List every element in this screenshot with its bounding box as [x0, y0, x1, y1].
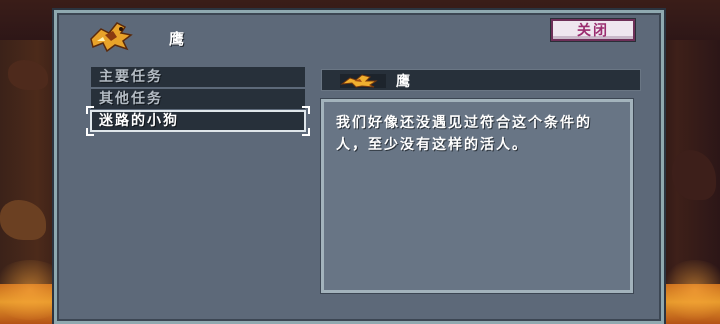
quest-item-other[interactable]: 其他任务 [91, 89, 305, 109]
detail-header: 鹰 [321, 69, 641, 91]
quest-item-label: 迷路的小狗 [99, 113, 179, 129]
ghost-background-panel [81, 143, 321, 313]
quest-dialog: 鹰 关闭 主要任务 其他任务 迷路的小狗 鹰 我们好像还没遇见过符合这个条件的人… [54, 10, 664, 324]
selection-corner [86, 106, 94, 114]
quest-list: 主要任务 其他任务 迷路的小狗 [86, 67, 310, 136]
eagle-icon [87, 19, 135, 55]
detail-panel: 我们好像还没遇见过符合这个条件的人，至少没有这样的活人。 [321, 99, 633, 293]
quest-description: 我们好像还没遇见过符合这个条件的人，至少没有这样的活人。 [336, 115, 592, 153]
eagle-icon [340, 73, 386, 88]
title-bar: 鹰 关闭 [57, 13, 661, 63]
selection-corner [302, 128, 310, 136]
quest-item-main[interactable]: 主要任务 [91, 67, 305, 87]
quest-item-lost-puppy[interactable]: 迷路的小狗 [86, 106, 310, 136]
selection-corner [302, 106, 310, 114]
close-button[interactable]: 关闭 [551, 19, 635, 41]
quest-item-label: 其他任务 [99, 91, 163, 107]
quest-item-label: 主要任务 [99, 69, 163, 85]
detail-title: 鹰 [396, 74, 410, 90]
window-title: 鹰 [169, 30, 185, 48]
selection-corner [86, 128, 94, 136]
